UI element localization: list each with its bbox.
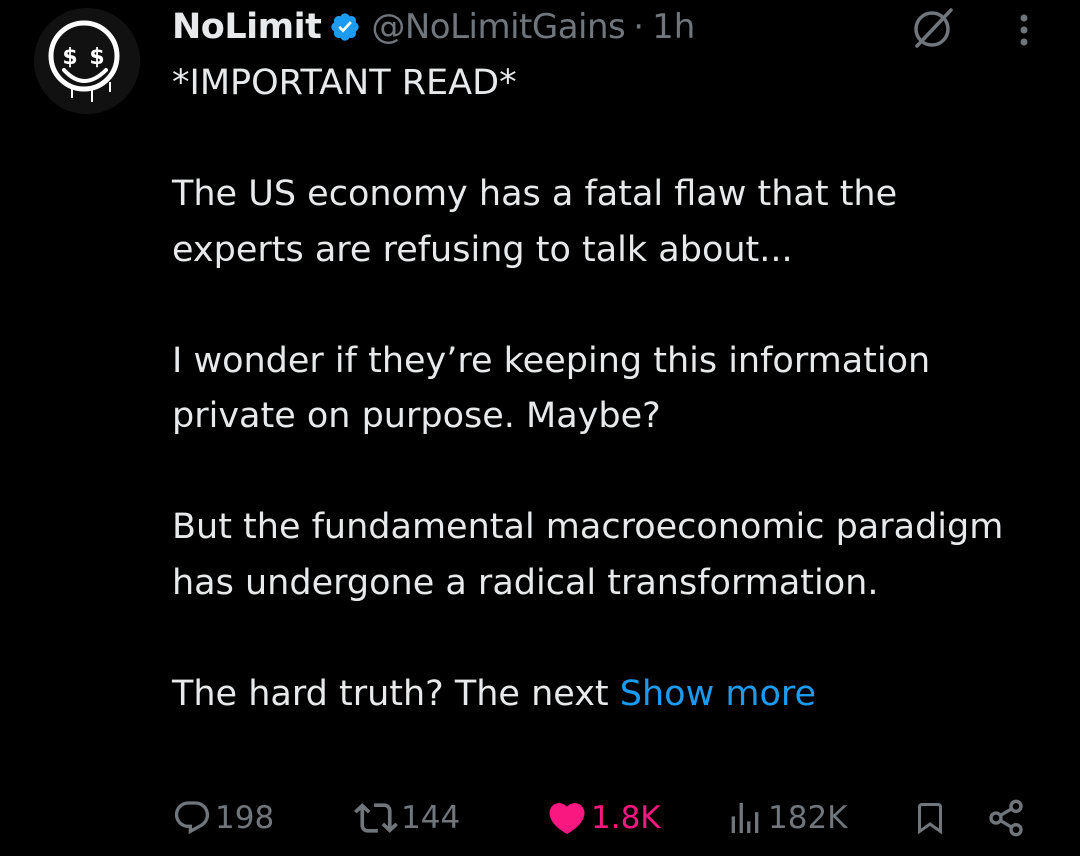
like-count: 1.8K [591,800,661,836]
tweet-text: *IMPORTANT READ* The US economy has a fa… [172,56,1012,722]
tweet-header: NoLimit @NoLimitGains · 1h [172,3,695,51]
share-button[interactable] [986,792,1026,844]
views-chart-icon [731,803,759,833]
svg-text:$: $ [89,45,104,70]
tweet-paragraph: But the fundamental macroeconomic paradi… [172,507,1004,603]
repost-count: 144 [401,800,461,836]
share-icon [989,799,1023,837]
tweet-paragraph: The US economy has a fatal flaw that the… [172,174,898,270]
views-button[interactable]: 182K [725,792,848,844]
avatar[interactable]: $ $ [34,8,140,114]
repost-icon [354,803,398,833]
more-options-icon[interactable] [1010,10,1038,50]
tweet-paragraph: *IMPORTANT READ* [172,63,517,103]
show-more-link[interactable]: Show more [620,674,816,714]
views-count: 182K [768,800,848,836]
tweet-paragraph-last: The hard truth? The next Show more [172,667,1012,723]
repost-button[interactable]: 144 [354,792,460,844]
reply-button[interactable]: 198 [172,792,274,844]
header-separator: · [633,7,645,47]
svg-text:$: $ [62,45,77,70]
verified-badge-icon[interactable] [329,11,361,43]
author-name[interactable]: NoLimit [172,7,322,47]
tweet-truncated-text: The hard truth? The next [172,673,609,714]
heart-icon [549,803,585,835]
action-bar: 198 144 1.8K 182K [0,792,1080,844]
reply-count: 198 [215,800,275,836]
bookmark-icon [918,803,942,835]
dollar-eyes-smiley-icon: $ $ [34,8,140,114]
tweet-timestamp[interactable]: 1h [652,7,695,47]
reply-icon [174,801,210,835]
like-button[interactable]: 1.8K [546,792,661,844]
bookmark-button[interactable] [912,792,948,844]
author-handle[interactable]: @NoLimitGains [371,7,625,47]
tweet-paragraph: I wonder if they’re keeping this informa… [172,340,931,437]
grok-icon[interactable] [910,6,956,50]
